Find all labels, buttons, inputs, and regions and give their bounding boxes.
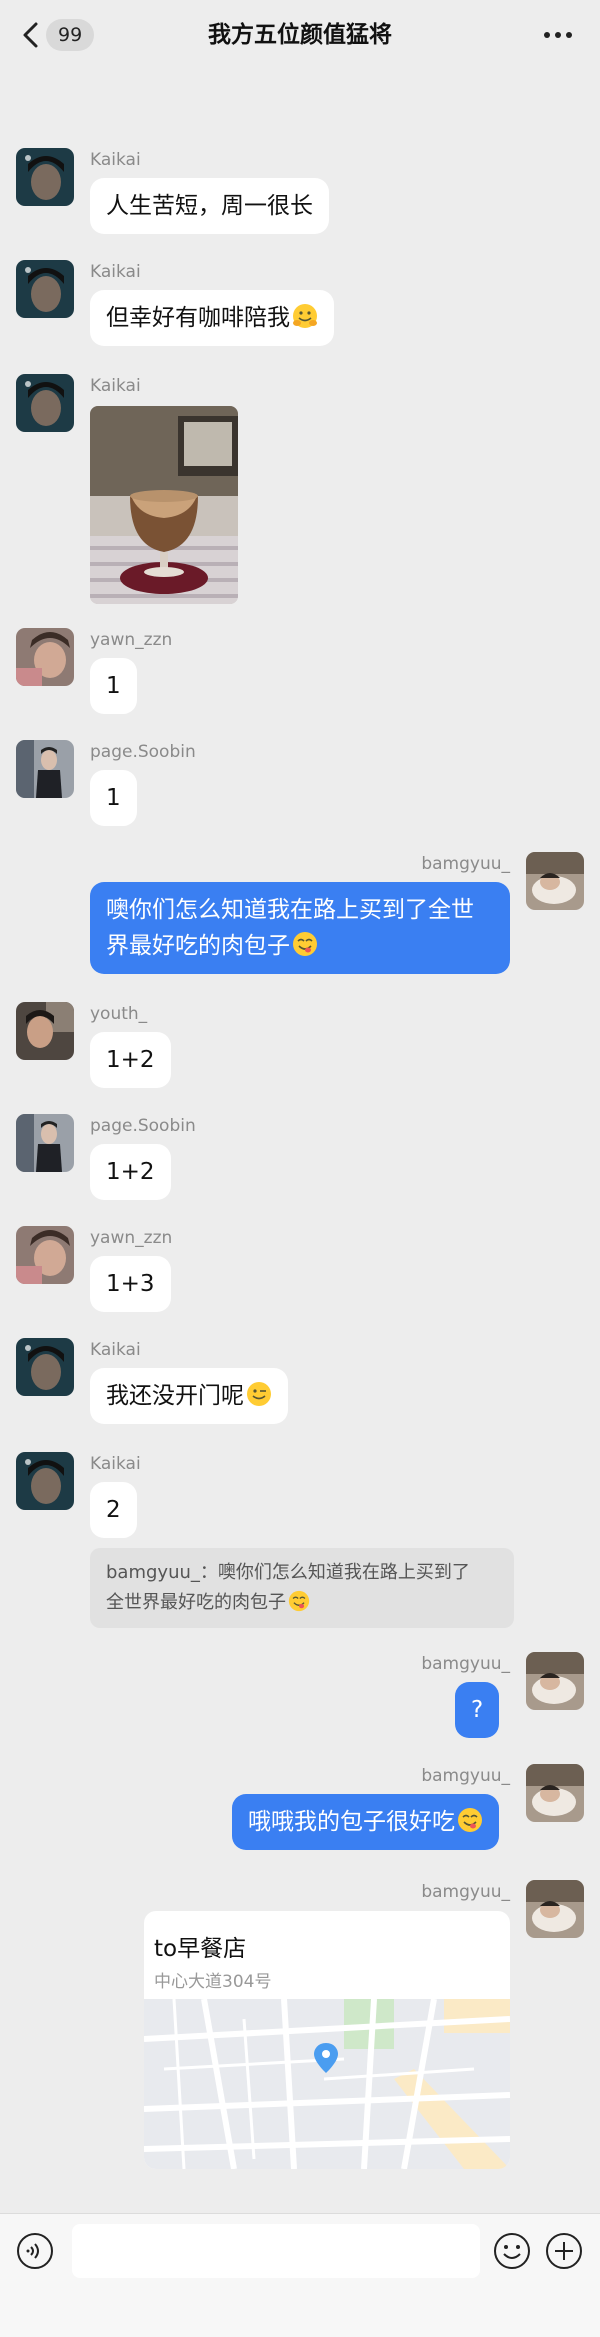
message-input[interactable]	[72, 2224, 480, 2278]
avatar-page-soobin[interactable]	[16, 1114, 74, 1172]
quote-text-line: bamgyuu_：噢你们怎么知道我在路上买到了	[106, 1562, 470, 1583]
message-text-line: 噢你们怎么知道我在路上买到了全世	[106, 897, 474, 923]
avatar-kaikai[interactable]	[16, 1338, 74, 1396]
message-text-line: 界最好吃的肉包子	[106, 933, 290, 959]
avatar-bamgyuu[interactable]	[526, 1880, 584, 1938]
sender-name: bamgyuu_	[421, 1882, 510, 1902]
location-card[interactable]: to早餐店 中心大道304号	[144, 1911, 510, 2169]
location-address: 中心大道304号	[154, 1972, 272, 1992]
chat-header: 99 我方五位颜值猛将	[0, 0, 600, 70]
avatar-bamgyuu[interactable]	[526, 852, 584, 910]
my-message-bubble[interactable]: 哦哦我的包子很好吃	[232, 1794, 499, 1850]
plus-circle-icon[interactable]	[545, 2232, 583, 2270]
message-bubble[interactable]: 1	[90, 770, 137, 826]
more-dots-icon[interactable]	[540, 20, 576, 50]
wink-face-emoji-icon	[247, 1382, 271, 1406]
my-message-bubble[interactable]: ?	[455, 1682, 500, 1738]
message-bubble[interactable]: 1+2	[90, 1032, 171, 1088]
location-name: to早餐店	[154, 1936, 247, 1962]
avatar-page-soobin[interactable]	[16, 740, 74, 798]
message-bubble[interactable]: 2	[90, 1482, 137, 1538]
avatar-kaikai[interactable]	[16, 374, 74, 432]
message-bubble[interactable]: 人生苦短，周一很长	[90, 178, 329, 234]
sender-name: yawn_zzn	[90, 630, 173, 650]
avatar-kaikai[interactable]	[16, 1452, 74, 1510]
emoji-icon[interactable]	[493, 2232, 531, 2270]
avatar-kaikai[interactable]	[16, 148, 74, 206]
sender-name: yawn_zzn	[90, 1228, 173, 1248]
sender-name: Kaikai	[90, 150, 141, 170]
message-bubble[interactable]: 1	[90, 658, 137, 714]
yum-face-emoji-icon	[293, 932, 317, 956]
sender-name: Kaikai	[90, 1454, 141, 1474]
avatar-youth[interactable]	[16, 1002, 74, 1060]
message-bubble[interactable]: 1+2	[90, 1144, 171, 1200]
message-text: 哦哦我的包子很好吃	[248, 1809, 455, 1835]
sender-name: bamgyuu_	[421, 1654, 510, 1674]
message-bubble[interactable]: 我还没开门呢	[90, 1368, 288, 1424]
message-bubble[interactable]: 1+3	[90, 1256, 171, 1312]
sender-name: page.Soobin	[90, 742, 196, 762]
sender-name: bamgyuu_	[421, 854, 510, 874]
message-text: 我还没开门呢	[106, 1383, 244, 1409]
location-map	[144, 1999, 510, 2169]
sender-name: page.Soobin	[90, 1116, 196, 1136]
avatar-yawn-zzn[interactable]	[16, 628, 74, 686]
message-text: 但幸好有咖啡陪我	[106, 305, 290, 331]
avatar-bamgyuu[interactable]	[526, 1764, 584, 1822]
yum-face-emoji-icon	[458, 1808, 482, 1832]
avatar-kaikai[interactable]	[16, 260, 74, 318]
sender-name: bamgyuu_	[421, 1766, 510, 1786]
avatar-yawn-zzn[interactable]	[16, 1226, 74, 1284]
voice-icon[interactable]	[16, 2232, 54, 2270]
sender-name: Kaikai	[90, 1340, 141, 1360]
coffee-photo[interactable]	[90, 406, 238, 604]
sender-name: youth_	[90, 1004, 148, 1024]
my-message-bubble[interactable]: 噢你们怎么知道我在路上买到了全世 界最好吃的肉包子	[90, 882, 510, 974]
chat-title: 我方五位颜值猛将	[208, 22, 392, 48]
sender-name: Kaikai	[90, 262, 141, 282]
yum-face-emoji-icon	[288, 1590, 310, 1612]
avatar-bamgyuu[interactable]	[526, 1652, 584, 1710]
message-bubble[interactable]: 但幸好有咖啡陪我	[90, 290, 334, 346]
quoted-message[interactable]: bamgyuu_：噢你们怎么知道我在路上买到了 全世界最好吃的肉包子	[90, 1548, 514, 1628]
quote-text-line: 全世界最好吃的肉包子	[106, 1592, 286, 1613]
hugging-face-emoji-icon	[293, 304, 317, 328]
sender-name: Kaikai	[90, 376, 141, 396]
input-bar	[0, 2213, 600, 2337]
